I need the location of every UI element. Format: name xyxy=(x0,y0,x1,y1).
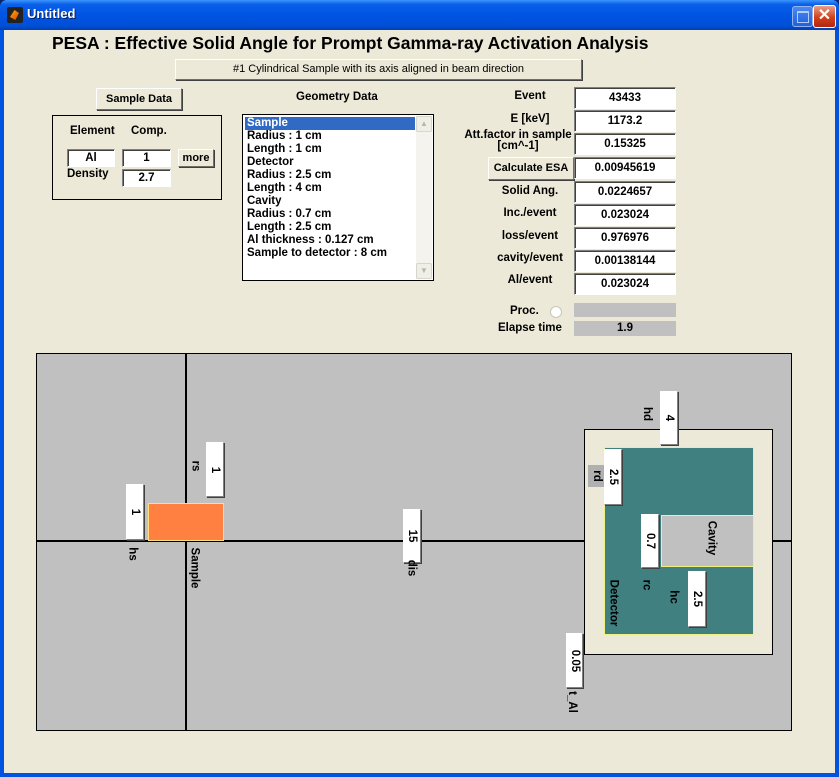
sample-data-button[interactable]: Sample Data xyxy=(96,88,182,110)
att-factor-label-line2: [cm^-1] xyxy=(497,140,539,152)
rd-field[interactable]: 2.5 xyxy=(604,449,622,505)
density-label: Density xyxy=(67,168,109,180)
hd-field[interactable]: 4 xyxy=(660,391,678,445)
rd-label-box: rd xyxy=(588,465,605,487)
geometry-list-item[interactable]: Detector xyxy=(245,156,415,169)
hs-field[interactable]: 1 xyxy=(126,484,144,540)
hd-label: hd xyxy=(641,406,654,422)
hc-value: 2.5 xyxy=(691,591,703,607)
geometry-diagram: 1 hs 1 rs Sample 15 dis 4 hd rd 2.5 0.7 … xyxy=(36,353,792,731)
more-button[interactable]: more xyxy=(178,149,214,167)
sample-shape xyxy=(148,503,224,541)
dis-field[interactable]: 15 xyxy=(403,509,421,563)
sample-center-line xyxy=(185,354,187,730)
geometry-list-item[interactable]: Radius : 1 cm xyxy=(245,130,415,143)
rc-value: 0.7 xyxy=(644,533,656,549)
event-label: Event xyxy=(514,90,546,102)
event-field[interactable]: 43433 xyxy=(574,87,676,109)
geometry-data-label: Geometry Data xyxy=(296,91,378,103)
geometry-list-item[interactable]: Length : 1 cm xyxy=(245,143,415,156)
energy-label: E [keV] xyxy=(510,113,550,125)
geometry-list-item[interactable]: Length : 2.5 cm xyxy=(245,221,415,234)
hc-label: hc xyxy=(667,590,680,604)
geometry-list: Sample Radius : 1 cm Length : 1 cm Detector… xyxy=(245,117,415,260)
cavity-event-field[interactable]: 0.00138144 xyxy=(574,250,676,272)
rc-label: rc xyxy=(640,579,653,591)
hs-value: 1 xyxy=(129,508,141,516)
hc-field[interactable]: 2.5 xyxy=(688,571,706,627)
proc-status xyxy=(574,303,676,317)
app-window: Untitled ✕ PESA : Effective Solid Angle … xyxy=(0,0,839,777)
proc-label: Proc. xyxy=(510,305,539,317)
sample-label: Sample xyxy=(188,547,201,589)
cavity-event-label: cavity/event xyxy=(497,252,563,264)
scroll-up-icon[interactable]: ▲ xyxy=(416,116,432,132)
title-bar[interactable]: Untitled ✕ xyxy=(0,0,839,30)
geometry-list-item[interactable]: Sample to detector : 8 cm xyxy=(245,247,415,260)
t-al-label: t_Al xyxy=(565,691,578,713)
loss-event-label: loss/event xyxy=(501,230,559,242)
close-button[interactable]: ✕ xyxy=(813,5,836,28)
geometry-listbox[interactable]: Sample Radius : 1 cm Length : 1 cm Detector… xyxy=(242,114,434,281)
rs-value: 1 xyxy=(209,466,221,473)
solid-angle-field[interactable]: 0.0224657 xyxy=(574,181,676,203)
hd-value: 4 xyxy=(663,414,675,422)
comp-field[interactable]: 1 xyxy=(122,149,171,167)
proc-radio[interactable] xyxy=(550,306,562,318)
geometry-list-item[interactable]: Length : 4 cm xyxy=(245,182,415,195)
figure-client-area: PESA : Effective Solid Angle for Prompt … xyxy=(4,30,835,773)
geometry-list-item[interactable]: Sample xyxy=(245,117,415,130)
geometry-list-item[interactable]: Radius : 2.5 cm xyxy=(245,169,415,182)
window-title: Untitled xyxy=(27,6,76,21)
comp-label: Comp. xyxy=(131,125,167,137)
cavity-label: Cavity xyxy=(705,520,718,556)
density-field[interactable]: 2.7 xyxy=(122,169,171,187)
inc-event-label: Inc./event xyxy=(503,207,557,219)
matlab-icon xyxy=(7,7,23,23)
dis-label: dis xyxy=(405,559,418,577)
geometry-list-item[interactable]: Cavity xyxy=(245,195,415,208)
t-al-value: 0.05 xyxy=(568,649,581,672)
al-event-field[interactable]: 0.023024 xyxy=(574,273,676,295)
esa-field[interactable]: 0.00945619 xyxy=(574,157,676,179)
maximize-button[interactable] xyxy=(792,6,813,27)
geometry-list-item[interactable]: Al thickness : 0.127 cm xyxy=(245,234,415,247)
elapse-time-value: 1.9 xyxy=(574,321,676,336)
att-factor-field[interactable]: 0.15325 xyxy=(574,133,676,155)
page-title: PESA : Effective Solid Angle for Prompt … xyxy=(52,33,649,53)
rs-label: rs xyxy=(189,460,202,472)
rs-field[interactable]: 1 xyxy=(206,442,224,497)
detector-label: Detector xyxy=(607,579,620,627)
rd-label: rd xyxy=(590,470,603,482)
element-label: Element xyxy=(70,125,115,137)
scroll-down-icon[interactable]: ▼ xyxy=(416,263,432,279)
rc-field[interactable]: 0.7 xyxy=(641,514,659,568)
sample-data-panel: Element Comp. Al 1 more Density 2.7 xyxy=(52,115,222,200)
element-field[interactable]: Al xyxy=(67,149,115,167)
att-factor-label: Att.factor in sample [cm^-1] xyxy=(460,129,576,152)
geometry-type-button[interactable]: #1 Cylindrical Sample with its axis alig… xyxy=(175,59,582,80)
inc-event-field[interactable]: 0.023024 xyxy=(574,204,676,226)
elapse-time-label: Elapse time xyxy=(498,322,562,334)
loss-event-field[interactable]: 0.976976 xyxy=(574,227,676,249)
geometry-list-item[interactable]: Radius : 0.7 cm xyxy=(245,208,415,221)
rd-value: 2.5 xyxy=(607,469,619,485)
solid-angle-label: Solid Ang. xyxy=(501,185,559,197)
calculate-esa-button[interactable]: Calculate ESA xyxy=(488,157,574,180)
dis-value: 15 xyxy=(406,529,418,543)
energy-field[interactable]: 1173.2 xyxy=(574,110,676,132)
listbox-scrollbar[interactable]: ▲ ▼ xyxy=(416,116,432,279)
t-al-field[interactable]: 0.05 xyxy=(566,633,583,688)
hs-label: hs xyxy=(126,547,139,561)
al-event-label: Al/event xyxy=(507,274,553,286)
